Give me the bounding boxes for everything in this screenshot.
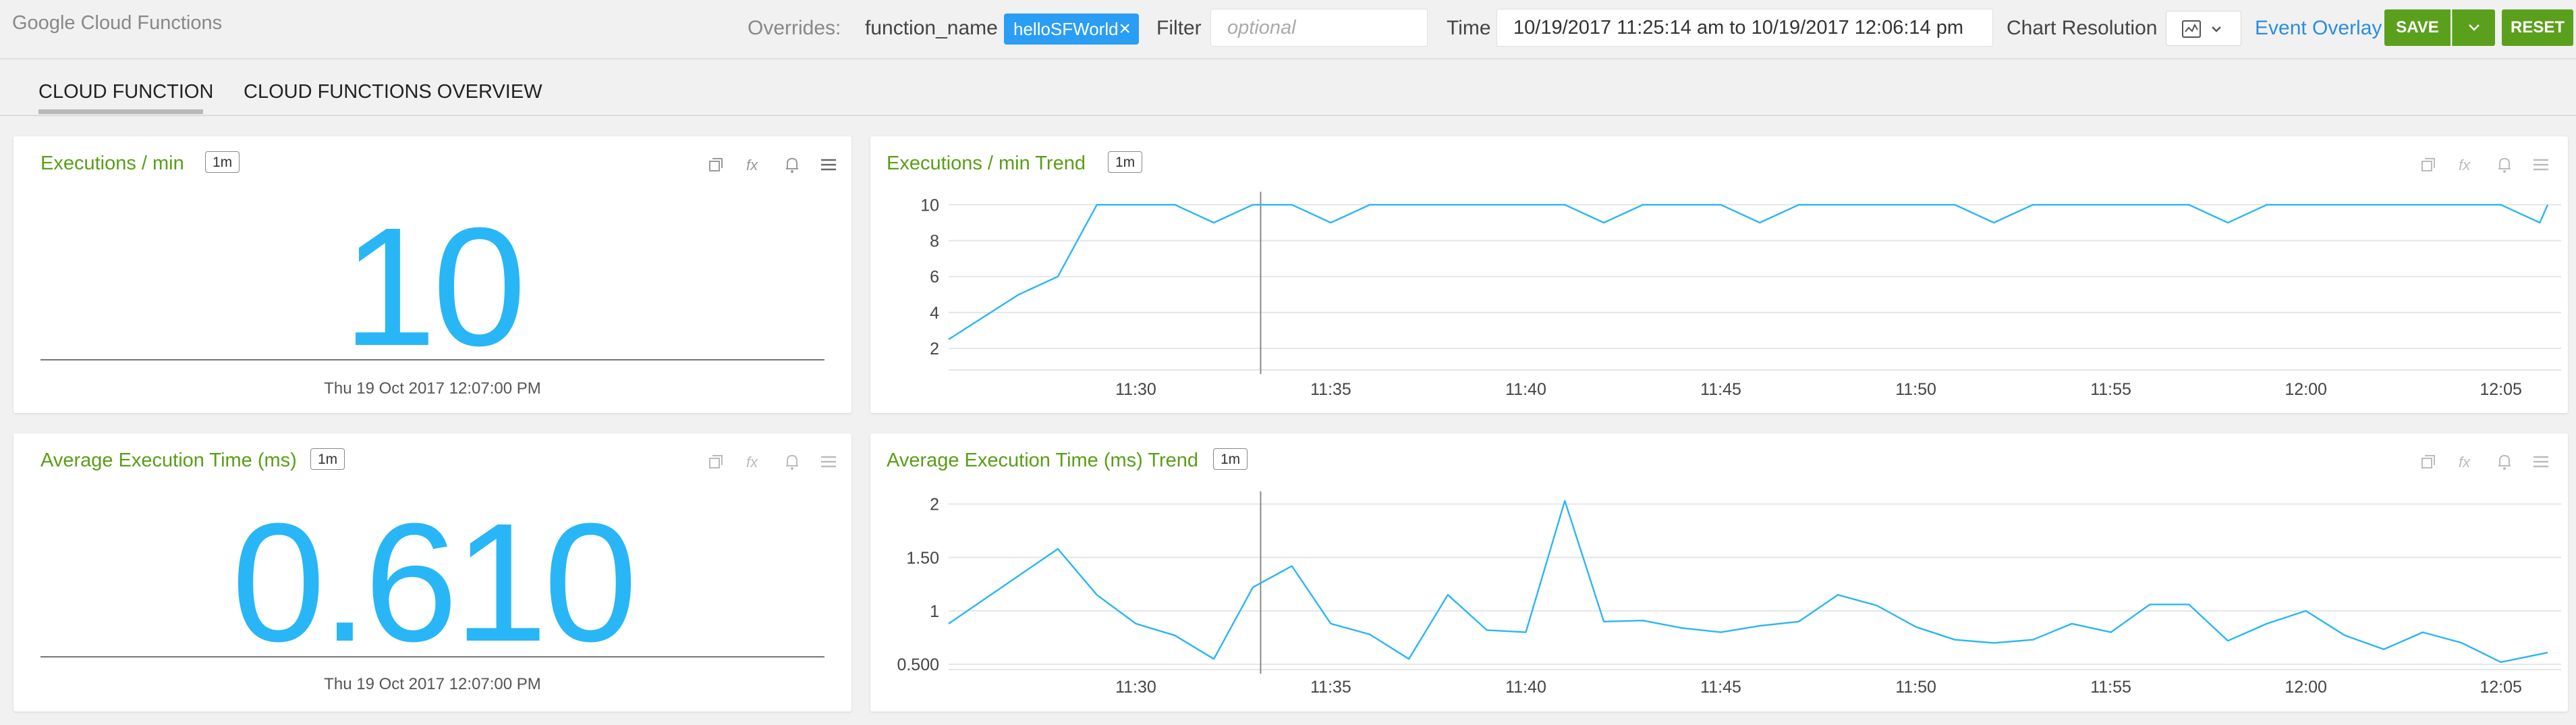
y-tick-label: 1.50 <box>906 549 939 568</box>
series-line <box>948 500 2548 664</box>
chart-resolution-label: Chart Resolution <box>2007 17 2158 39</box>
menu-icon[interactable] <box>818 154 839 176</box>
x-tick-label: 12:05 <box>2480 380 2522 399</box>
x-tick-label: 11:40 <box>1505 678 1546 697</box>
resolution-badge: 1m <box>205 151 240 173</box>
avg-execution-time-panel: Average Execution Time (ms) 1m fx 0.610 … <box>13 433 851 711</box>
executions-trend-chart: 2 4 6 8 10 11:30 11:35 11:40 11:45 11:50 11:55 12:0… <box>920 192 2561 399</box>
event-overlay-link[interactable]: Event Overlay <box>2255 17 2382 40</box>
override-key-label: function_name <box>865 17 998 39</box>
value-divider <box>40 656 824 657</box>
panel-title: Executions / min <box>40 153 184 174</box>
series-line <box>948 204 2549 340</box>
y-tick-label: 2 <box>930 495 939 514</box>
tab-cloud-functions-overview[interactable]: CLOUD FUNCTIONS OVERVIEW <box>244 81 542 103</box>
top-bar: Google Cloud Functions Overrides: functi… <box>0 0 2576 59</box>
tab-cloud-function[interactable]: CLOUD FUNCTION <box>38 81 213 103</box>
x-tick-label: 11:30 <box>1115 678 1156 697</box>
x-tick-label: 11:40 <box>1505 380 1546 399</box>
fx-icon[interactable]: fx <box>744 154 765 176</box>
x-tick-label: 11:55 <box>2090 678 2131 697</box>
svg-text:fx: fx <box>746 454 758 471</box>
app-title: Google Cloud Functions <box>12 12 223 34</box>
copy-icon[interactable] <box>706 154 727 176</box>
y-tick-label: 2 <box>930 340 939 358</box>
fx-icon[interactable]: fx <box>744 451 765 473</box>
overrides-label: Overrides: <box>748 17 841 39</box>
y-tick-label: 1 <box>930 602 939 621</box>
x-tick-label: 12:00 <box>2285 678 2327 697</box>
reset-button[interactable]: RESET <box>2502 9 2573 46</box>
value-divider <box>40 359 824 360</box>
svg-text:fx: fx <box>746 157 758 173</box>
x-tick-label: 11:45 <box>1700 380 1741 399</box>
x-tick-label: 12:05 <box>2480 678 2522 697</box>
time-range-input[interactable]: 10/19/2017 11:25:14 am to 10/19/2017 12:… <box>1496 9 1993 47</box>
x-tick-label: 11:50 <box>1895 380 1936 399</box>
bell-icon[interactable] <box>781 451 803 473</box>
active-tab-indicator <box>38 109 203 114</box>
save-button[interactable]: SAVE <box>2384 9 2451 46</box>
x-tick-label: 12:00 <box>2285 380 2327 399</box>
menu-icon[interactable] <box>818 451 839 473</box>
panel-title: Average Execution Time (ms) <box>40 450 297 471</box>
x-tick-label: 11:30 <box>1115 380 1156 399</box>
big-number-value: 10 <box>342 192 526 381</box>
x-tick-label: 11:35 <box>1310 678 1351 697</box>
y-tick-label: 6 <box>930 268 939 287</box>
save-options-dropdown[interactable] <box>2452 9 2495 46</box>
filter-input[interactable]: optional <box>1210 9 1428 47</box>
copy-icon[interactable] <box>706 451 727 473</box>
y-tick-label: 8 <box>930 232 939 250</box>
chart-resolution-icon <box>2182 20 2221 38</box>
x-tick-label: 11:55 <box>2090 380 2131 399</box>
executions-per-min-panel: Executions / min 1m fx 10 Thu 19 Oct 201… <box>13 136 851 413</box>
override-value-label: helloSFWorld <box>1013 19 1119 39</box>
y-tick-label: 0.500 <box>897 655 939 674</box>
remove-override-icon[interactable]: × <box>1119 14 1131 45</box>
override-value-chip[interactable]: helloSFWorld × <box>1004 14 1139 45</box>
avg-execution-time-trend-panel: Average Execution Time (ms) Trend 1m fx … <box>870 433 2568 711</box>
filter-label: Filter <box>1156 17 1202 39</box>
avg-execution-time-trend-chart: 0.500 1 1.50 2 11:30 11:35 11:40 11:45 11:50 11:5… <box>897 491 2561 697</box>
resolution-badge: 1m <box>310 448 345 470</box>
y-tick-label: 10 <box>920 196 939 215</box>
value-timestamp: Thu 19 Oct 2017 12:07:00 PM <box>324 379 541 398</box>
big-number-value: 0.610 <box>231 488 638 676</box>
dashboard-tabs: CLOUD FUNCTION CLOUD FUNCTIONS OVERVIEW <box>0 65 2576 116</box>
chevron-down-icon <box>2468 24 2480 31</box>
bell-icon[interactable] <box>781 154 803 176</box>
executions-trend-panel: Executions / min Trend 1m fx 2 4 6 8 10 11:30… <box>870 136 2568 413</box>
y-tick-label: 4 <box>930 304 939 323</box>
value-timestamp: Thu 19 Oct 2017 12:07:00 PM <box>324 675 541 693</box>
time-label: Time <box>1447 17 1491 39</box>
x-tick-label: 11:35 <box>1310 380 1351 399</box>
x-tick-label: 11:50 <box>1895 678 1936 697</box>
x-tick-label: 11:45 <box>1700 678 1741 697</box>
chart-resolution-dropdown[interactable] <box>2166 11 2241 46</box>
